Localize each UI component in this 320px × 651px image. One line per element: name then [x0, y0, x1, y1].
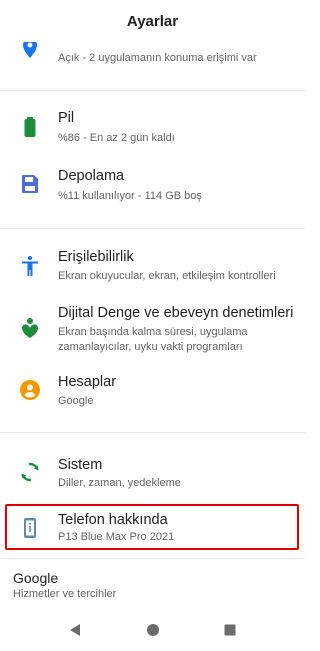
settings-item-title: Dijital Denge ve ebeveyn denetimleri [58, 305, 294, 321]
settings-item-title: Google [13, 570, 59, 586]
settings-item-digital-wellbeing[interactable]: Dijital Denge ve ebeveyn denetimleri Ekr… [0, 300, 305, 360]
settings-item-title: Depolama [58, 168, 125, 184]
settings-item-system[interactable]: Sistem Diller, zaman, yedekleme [0, 452, 305, 496]
settings-item-title: Sistem [58, 457, 103, 473]
page-title: Ayarlar [126, 12, 179, 30]
home-icon[interactable] [145, 622, 161, 638]
settings-item-battery[interactable]: Pil %86 - En az 2 gün kaldı [0, 104, 305, 148]
divider [0, 228, 305, 229]
settings-item-subtitle-line1: Ekran başında kalma süresi, uygulama [58, 326, 248, 338]
settings-item-accessibility[interactable]: Erişilebilirlik Ekran okuyucular, ekran,… [0, 244, 305, 288]
settings-item-subtitle: Ekran okuyucular, ekran, etkileşim kontr… [58, 270, 276, 282]
settings-item-subtitle: %11 kullanılıyor - 114 GB boş [58, 190, 202, 202]
recents-icon[interactable] [222, 622, 238, 638]
settings-item-accounts[interactable]: Hesaplar Google [0, 370, 305, 414]
settings-item-subtitle: %86 - En az 2 gün kaldı [58, 132, 175, 144]
settings-list: Konum Açık - 2 uygulamanın konuma erişim… [0, 0, 305, 610]
app-bar: Ayarlar [0, 0, 305, 42]
settings-item-subtitle-line2: zamanlayıcılar, uyku vakti programları [58, 341, 243, 353]
highlight-box [5, 504, 299, 550]
settings-item-subtitle: Açık - 2 uygulamanın konuma erişimi var [58, 52, 257, 64]
navigation-bar [0, 610, 305, 651]
settings-item-title: Pil [58, 110, 75, 126]
system-icon [18, 460, 42, 484]
divider [0, 558, 305, 559]
settings-item-title: Hesaplar [58, 374, 117, 390]
divider [0, 432, 305, 433]
accessibility-icon [18, 254, 42, 278]
back-icon[interactable] [67, 622, 83, 638]
settings-item-storage[interactable]: Depolama %11 kullanılıyor - 114 GB boş [0, 162, 305, 206]
battery-icon [18, 115, 42, 139]
settings-item-subtitle: Hizmetler ve tercihler [13, 588, 117, 600]
account-icon [18, 378, 42, 402]
storage-icon [18, 172, 42, 196]
divider [0, 90, 305, 91]
settings-item-title: Erişilebilirlik [58, 249, 134, 265]
settings-item-subtitle: Diller, zaman, yedekleme [58, 477, 181, 489]
wellbeing-icon [18, 316, 42, 340]
settings-item-subtitle: Google [58, 395, 94, 407]
